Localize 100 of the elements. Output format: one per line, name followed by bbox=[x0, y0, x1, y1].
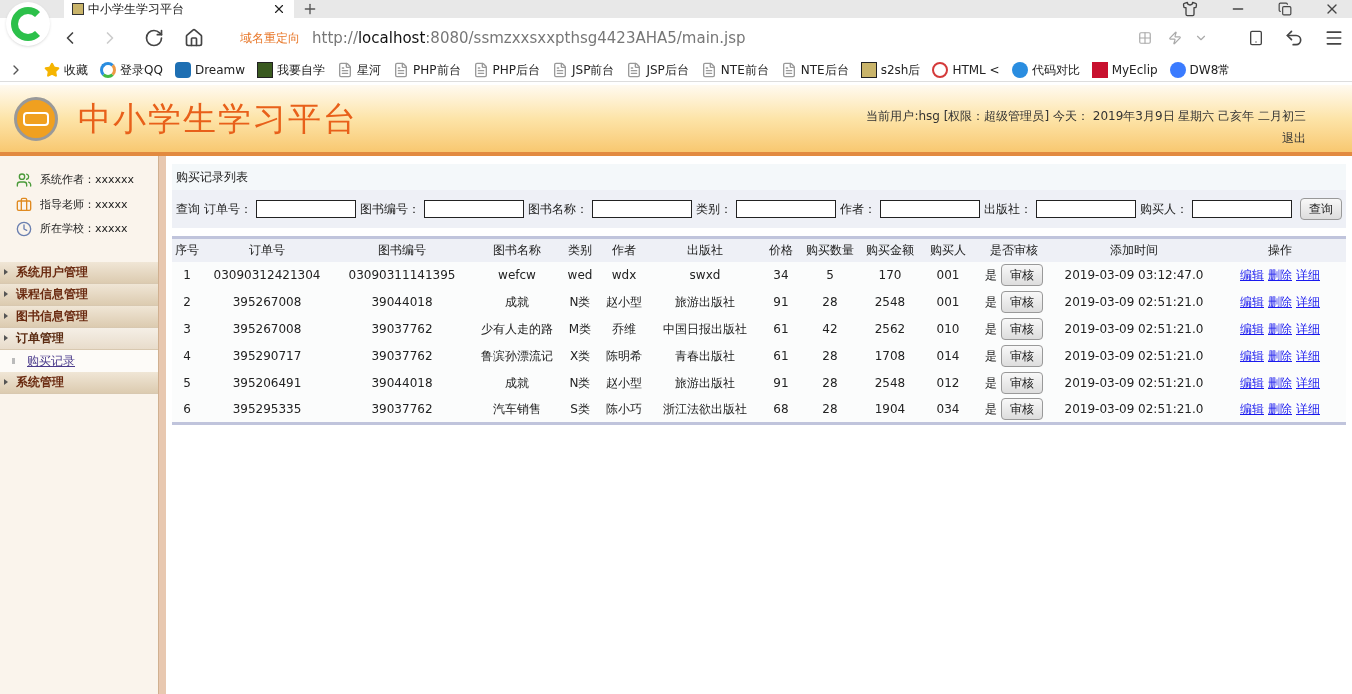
table-cell: 001 bbox=[922, 261, 974, 289]
bookmark-item[interactable]: NTE前台 bbox=[700, 60, 769, 79]
table-cell: 陈小巧 bbox=[598, 396, 650, 424]
table-cell: 4 bbox=[172, 342, 202, 370]
table-cell: 1904 bbox=[858, 396, 922, 424]
audit-button[interactable]: 审核 bbox=[1001, 318, 1043, 340]
restore-icon[interactable] bbox=[1278, 2, 1292, 16]
action-link[interactable]: 编辑 bbox=[1240, 320, 1264, 338]
close-icon[interactable] bbox=[272, 2, 286, 16]
search-field[interactable] bbox=[736, 200, 836, 218]
table-cell: 91 bbox=[760, 369, 802, 397]
action-link[interactable]: 编辑 bbox=[1240, 374, 1264, 392]
search-field[interactable] bbox=[880, 200, 980, 218]
audit-button[interactable]: 审核 bbox=[1001, 291, 1043, 313]
logout-link[interactable]: 退出 bbox=[1282, 128, 1306, 147]
action-link[interactable]: 编辑 bbox=[1240, 347, 1264, 365]
skin-icon[interactable] bbox=[1182, 1, 1198, 17]
undo-icon[interactable] bbox=[1284, 28, 1304, 48]
menu-item[interactable]: 课程信息管理 bbox=[0, 283, 158, 306]
table-cell: 2548 bbox=[858, 288, 922, 316]
menu-icon[interactable] bbox=[1324, 28, 1344, 48]
action-link[interactable]: 删除 bbox=[1268, 266, 1292, 284]
bookmark-item[interactable]: NTE后台 bbox=[780, 60, 849, 79]
table-cell: 2019-03-09 02:51:21.0 bbox=[1054, 288, 1214, 316]
caret-icon bbox=[4, 313, 8, 319]
bookmark-item[interactable]: DW8常 bbox=[1169, 60, 1231, 79]
table-cell: 170 bbox=[858, 261, 922, 289]
table-cell: N类 bbox=[562, 288, 598, 316]
bookmark-item[interactable]: JSP后台 bbox=[626, 60, 689, 79]
address-field[interactable]: http://localhost:8080/ssmzxxsxxpthsg4423AHA5/main.jsp bbox=[312, 26, 746, 50]
table-cell: M类 bbox=[562, 315, 598, 343]
action-link[interactable]: 删除 bbox=[1268, 293, 1292, 311]
search-field[interactable] bbox=[256, 200, 356, 218]
table-cell: 成就 bbox=[472, 369, 562, 397]
table-cell: 42 bbox=[802, 315, 858, 343]
action-link[interactable]: 编辑 bbox=[1240, 266, 1264, 284]
field-label: 图书编号： bbox=[360, 201, 420, 218]
audit-button[interactable]: 审核 bbox=[1001, 372, 1043, 394]
bookmark-item[interactable]: 代码对比 bbox=[1011, 60, 1080, 79]
menu-item[interactable]: 图书信息管理 bbox=[0, 305, 158, 328]
tab-favicon bbox=[72, 3, 84, 15]
browser-tab[interactable]: 中小学生学习平台 bbox=[64, 0, 294, 18]
table-cell: 91 bbox=[760, 288, 802, 316]
action-link[interactable]: 编辑 bbox=[1240, 400, 1264, 419]
table-cell: 61 bbox=[760, 315, 802, 343]
bookmark-item[interactable]: JSP前台 bbox=[552, 60, 615, 79]
new-tab-icon[interactable] bbox=[302, 1, 318, 17]
bookmark-item[interactable]: PHP前台 bbox=[393, 60, 461, 79]
search-field[interactable] bbox=[592, 200, 692, 218]
action-link[interactable]: 详细 bbox=[1296, 320, 1320, 338]
bookmark-item[interactable]: HTML < bbox=[932, 60, 1000, 79]
home-icon[interactable] bbox=[184, 28, 204, 48]
field-label: 作者： bbox=[840, 201, 876, 218]
bookmark-item[interactable]: 我要自学 bbox=[257, 60, 326, 79]
bookmark-item[interactable]: 星河 bbox=[337, 60, 382, 79]
action-link[interactable]: 详细 bbox=[1296, 293, 1320, 311]
info-text: 所在学校：xxxxx bbox=[40, 221, 128, 237]
people-icon bbox=[16, 172, 32, 189]
table-cell: 61 bbox=[760, 342, 802, 370]
table-cell: 2019-03-09 02:51:21.0 bbox=[1054, 315, 1214, 343]
search-field[interactable] bbox=[424, 200, 524, 218]
action-link[interactable]: 详细 bbox=[1296, 374, 1320, 392]
table-cell: 010 bbox=[922, 315, 974, 343]
bookmark-item[interactable]: s2sh后 bbox=[860, 60, 921, 79]
action-link[interactable]: 编辑 bbox=[1240, 293, 1264, 311]
column-header: 价格 bbox=[760, 237, 802, 262]
action-link[interactable]: 删除 bbox=[1268, 374, 1292, 392]
search-button[interactable]: 查询 bbox=[1300, 198, 1342, 220]
action-link[interactable]: 详细 bbox=[1296, 347, 1320, 365]
bookmark-item[interactable]: MyEclip bbox=[1091, 60, 1158, 79]
table-cell: 2019-03-09 02:51:21.0 bbox=[1054, 369, 1214, 397]
table-cell: 395295335 bbox=[202, 396, 332, 424]
search-field[interactable] bbox=[1192, 200, 1292, 218]
audit-status: 是 bbox=[985, 294, 997, 311]
menu-item[interactable]: 订单管理 bbox=[0, 327, 158, 350]
bookmark-item[interactable]: Dreamw bbox=[174, 60, 246, 79]
caret-icon bbox=[4, 269, 8, 275]
search-field[interactable] bbox=[1036, 200, 1136, 218]
table-cell: 39044018 bbox=[332, 369, 472, 397]
table-cell: 6 bbox=[172, 396, 202, 424]
audit-status: 是 bbox=[985, 401, 997, 419]
bookmark-item[interactable]: 登录QQ bbox=[100, 60, 163, 79]
table-cell: 旅游出版社 bbox=[650, 288, 760, 316]
reload-icon[interactable] bbox=[144, 28, 164, 48]
field-label: 出版社： bbox=[984, 201, 1032, 218]
action-link[interactable]: 详细 bbox=[1296, 266, 1320, 284]
bookmark-item[interactable]: 收藏 bbox=[44, 60, 88, 79]
audit-button[interactable]: 审核 bbox=[1001, 345, 1043, 367]
audit-status: 是 bbox=[985, 348, 997, 365]
menu-item[interactable]: 系统用户管理 bbox=[0, 261, 158, 284]
action-link[interactable]: 删除 bbox=[1268, 347, 1292, 365]
menu-item[interactable]: 系统管理 bbox=[0, 371, 158, 394]
action-link[interactable]: 删除 bbox=[1268, 320, 1292, 338]
action-link[interactable]: 删除 bbox=[1268, 400, 1292, 419]
action-link[interactable]: 详细 bbox=[1296, 400, 1320, 419]
device-icon[interactable] bbox=[1248, 30, 1264, 46]
bookmark-item[interactable]: PHP后台 bbox=[472, 60, 541, 79]
table-cell: 中国日报出版社 bbox=[650, 315, 760, 343]
audit-button[interactable]: 审核 bbox=[1001, 398, 1043, 421]
audit-button[interactable]: 审核 bbox=[1001, 264, 1043, 286]
